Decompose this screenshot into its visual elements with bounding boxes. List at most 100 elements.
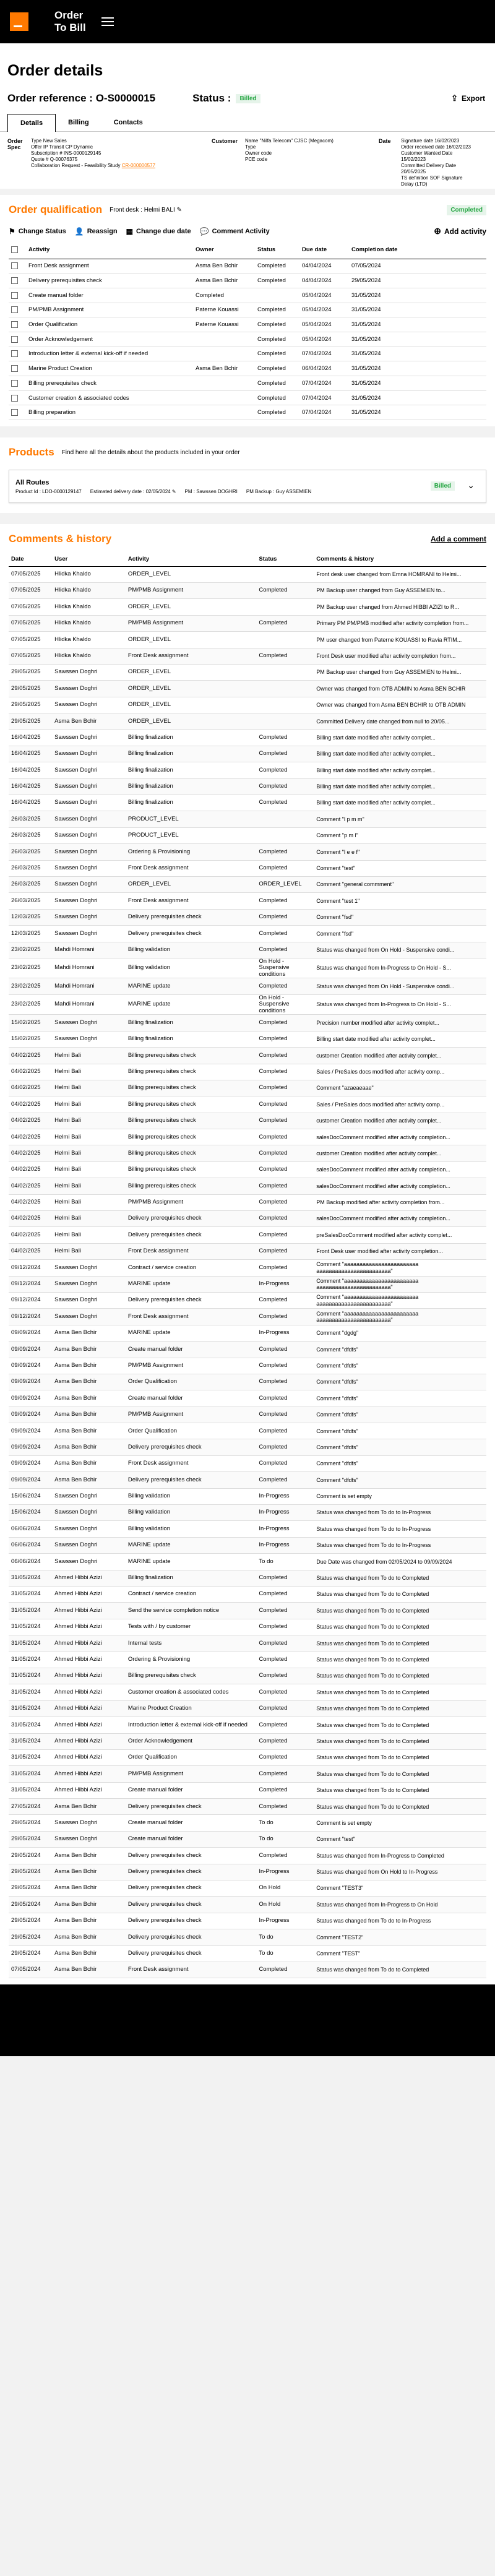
change-due-date-button[interactable]: ▦ Change due date [126, 227, 191, 236]
chevron-down-icon[interactable]: ⌄ [467, 480, 475, 491]
comment-text: Status was changed from In-Progress to C… [314, 1847, 486, 1864]
comment-status: ORDER_LEVEL [256, 876, 314, 894]
reassign-button[interactable]: 👤 Reassign [75, 227, 118, 236]
export-button[interactable]: ⇪ Export [451, 93, 485, 103]
comment-activity: Front Desk assignment [125, 860, 257, 877]
comment-date: 29/05/2024 [9, 1831, 53, 1848]
order-spec-group: Order Spec Type New Sales Offer IP Trans… [7, 138, 212, 183]
col-date: Date [9, 553, 53, 567]
route-title: All Routes [15, 478, 50, 486]
row-checkbox[interactable] [11, 262, 18, 270]
comment-date: 12/03/2025 [9, 909, 53, 926]
activity-row[interactable]: PM/PMB Assignment Paterne Kouassi Complete… [9, 303, 486, 318]
comment-row: 23/02/2025 Mahdi Homrani MARINE update Comp… [9, 978, 486, 995]
activity-completion-date: 31/05/2024 [349, 361, 486, 376]
comment-date: 09/09/2024 [9, 1406, 53, 1424]
comment-row: 29/05/2024 Sawssen Doghri Create manual fo… [9, 1831, 486, 1848]
comment-status: Completed [256, 1733, 314, 1750]
comment-text: Status was changed from To do to Complet… [314, 1570, 486, 1587]
comment-user: Asma Ben Bchir [52, 1455, 126, 1473]
edit-pencil-icon[interactable]: ✎ [172, 489, 176, 494]
comment-date: 26/03/2025 [9, 860, 53, 877]
product-pm: PM : Sawssen DOGHRI [184, 488, 238, 494]
comment-row: 07/05/2025 Hlidka Khaldo ORDER_LEVEL PM use… [9, 631, 486, 648]
comment-status: Completed [256, 892, 314, 910]
comment-activity: Order Qualification [125, 1749, 257, 1767]
add-comment-link[interactable]: Add a comment [431, 535, 486, 543]
comment-row: 15/06/2024 Sawssen Doghri Billing validati… [9, 1488, 486, 1506]
comment-status: Completed [256, 1210, 314, 1228]
comment-date: 09/09/2024 [9, 1455, 53, 1473]
activity-row[interactable]: Marine Product Creation Asma Ben Bchir Com… [9, 361, 486, 376]
comment-date: 31/05/2024 [9, 1700, 53, 1718]
row-checkbox[interactable] [11, 306, 18, 314]
activity-row[interactable]: Order Qualification Paterne Kouassi Comple… [9, 317, 486, 332]
comment-status: Completed [256, 778, 314, 796]
comment-date: 26/03/2025 [9, 876, 53, 894]
comment-activity: Billing finalization [125, 778, 257, 796]
comment-date: 31/05/2024 [9, 1668, 53, 1685]
comment-row: 09/09/2024 Asma Ben Bchir MARINE update In-… [9, 1325, 486, 1342]
comment-row: 31/05/2024 Ahmed Hibbi Azizi Ordering & Pr… [9, 1652, 486, 1668]
comment-date: 09/09/2024 [9, 1374, 53, 1391]
activity-row[interactable]: Introduction letter & external kick-off … [9, 347, 486, 362]
comment-row: 09/12/2024 Sawssen Doghri Front Desk assig… [9, 1308, 486, 1325]
comment-date: 31/05/2024 [9, 1602, 53, 1619]
comment-status: Completed [256, 1586, 314, 1603]
row-checkbox[interactable] [11, 365, 18, 373]
comment-row: 29/05/2025 Sawssen Doghri ORDER_LEVEL PM Ba… [9, 664, 486, 681]
tab-billing[interactable]: Billing [56, 114, 101, 131]
route-card[interactable]: All Routes Product Id : LDO-0000129147 E… [9, 470, 486, 504]
comment-row: 29/05/2025 Sawssen Doghri ORDER_LEVEL Owner… [9, 680, 486, 697]
comment-row: 04/02/2025 Helmi Bali Billing prerequisite… [9, 1145, 486, 1162]
comment-status: Completed [256, 1749, 314, 1767]
comment-user: Helmi Bali [52, 1047, 126, 1064]
activity-row[interactable]: Customer creation & associated codes Comp… [9, 390, 486, 406]
activity-row[interactable]: Order Acknowledgement Completed 05/04/2024… [9, 332, 486, 347]
activity-completion-date: 31/05/2024 [349, 317, 486, 332]
comment-row: 29/05/2024 Asma Ben Bchir Delivery prerequ… [9, 1913, 486, 1930]
comment-row: 16/04/2025 Sawssen Doghri Billing finaliza… [9, 762, 486, 779]
comment-user: Ahmed Hibbi Azizi [52, 1586, 126, 1603]
activity-row[interactable]: Billing prerequisites check Completed 07/0… [9, 376, 486, 391]
row-checkbox[interactable] [11, 321, 18, 329]
comment-user: Sawssen Doghri [52, 697, 126, 714]
row-checkbox[interactable] [11, 335, 18, 343]
comment-date: 07/05/2025 [9, 598, 53, 616]
comment-status: Completed [256, 1129, 314, 1146]
row-checkbox[interactable] [11, 291, 18, 299]
comment-activity: MARINE update [125, 1553, 257, 1570]
comment-text: Comment "dfdfs" [314, 1406, 486, 1424]
comment-row: 16/04/2025 Sawssen Doghri Billing finaliza… [9, 795, 486, 812]
add-activity-button[interactable]: ⊕ Add activity [434, 226, 486, 236]
edit-pencil-icon[interactable]: ✎ [177, 207, 182, 213]
activity-row[interactable]: Front Desk assignment Asma Ben Bchir Compl… [9, 259, 486, 274]
tab-details[interactable]: Details [7, 114, 56, 132]
row-checkbox[interactable] [11, 379, 18, 387]
comment-text: Comment is set empty [314, 1488, 486, 1506]
row-checkbox[interactable] [11, 409, 18, 416]
brand-logo[interactable] [10, 12, 28, 31]
activity-completion-date: 29/05/2024 [349, 273, 486, 288]
comment-status: Completed [256, 1047, 314, 1064]
collab-request-link[interactable]: CR-000000577 [122, 163, 155, 168]
comment-row: 09/12/2024 Sawssen Doghri MARINE update In-… [9, 1276, 486, 1293]
comment-status: Completed [256, 1308, 314, 1325]
comment-user: Mahdi Homrani [52, 958, 126, 979]
activity-row[interactable]: Billing preparation Completed 07/04/2024 31… [9, 405, 486, 421]
activity-row[interactable]: Create manual folder Completed 05/04/2024 3… [9, 288, 486, 303]
change-status-button[interactable]: ⚑ Change Status [9, 227, 66, 236]
row-checkbox[interactable] [11, 350, 18, 358]
comment-activity: PM/PMB Assignment [125, 1358, 257, 1374]
activity-row[interactable]: Delivery prerequisites check Asma Ben Bch… [9, 273, 486, 288]
row-checkbox[interactable] [11, 394, 18, 402]
tab-contacts[interactable]: Contacts [101, 114, 155, 131]
row-checkbox[interactable] [11, 277, 18, 285]
comment-text: preSalesDocComment modified after activi… [314, 1226, 486, 1244]
select-all-checkbox[interactable] [11, 246, 18, 254]
comment-text: customer Creation modified after activit… [314, 1047, 486, 1064]
menu-icon[interactable] [101, 15, 114, 28]
comment-activity: Front Desk assignment [125, 648, 257, 665]
comment-text: Comment "general commment" [314, 876, 486, 894]
comment-activity-button[interactable]: 💬 Comment Activity [200, 227, 270, 236]
